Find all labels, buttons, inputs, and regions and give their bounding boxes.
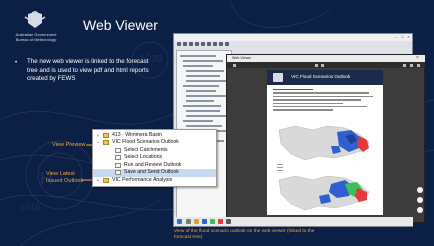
document-icon [115,147,121,153]
taskbar-app-icon[interactable] [226,219,231,224]
document-icon [115,155,121,160]
slide: H 1020 1016 Australian Government Bureau… [0,0,434,246]
pdf-toolbar [227,62,425,68]
web-viewer-window: Web Viewer × VIC Flood Scenarios Outlook [226,54,425,223]
taskbar-app-icon[interactable] [202,219,207,224]
tree-item-label: Select Locations [124,154,163,160]
tree-item-label: Save and Send Outlook [124,169,179,175]
forecast-tree-zoom: +413 - Wimmera Basin − VIC Flood Scenarios… [92,129,217,187]
close-icon[interactable]: × [406,35,411,39]
tree-item-label: VIC Performance Analysis [112,176,173,183]
toolbar-icon[interactable] [183,42,187,46]
zoom-out-icon[interactable] [315,63,318,67]
close-icon[interactable]: × [416,56,421,61]
minimize-icon[interactable]: – [394,35,399,39]
taskbar-app-icon[interactable] [218,219,223,224]
pdf-page: VIC Flood Scenarios Outlook [267,70,383,215]
more-icon[interactable] [417,63,420,67]
maximize-icon[interactable]: □ [400,35,405,39]
folder-icon [103,177,109,183]
bullet-text: The new web viewer is linked to the fore… [27,58,149,83]
toolbar-icon[interactable] [195,42,199,46]
folder-icon [103,140,109,145]
tree-item-label: 413 - Wimmera Basin [112,131,162,138]
tree-item-label: VIC Flood Scenarios Outlook [112,139,179,145]
slide-title: Web Viewer [83,17,158,33]
tree-item[interactable]: Run and Review Outlook [93,162,216,170]
pdf-page-title: VIC Flood Scenarios Outlook [291,74,351,79]
callout-view-latest: View Latest Issued Outlook [46,171,84,184]
folder-icon [103,132,109,138]
taskbar-app-icon[interactable] [210,219,215,224]
callout-view-preview: View Preview [52,142,86,148]
tree-toggle[interactable]: − [95,139,101,147]
viewer-fab-icon[interactable] [417,207,423,213]
tree-item[interactable]: Select Catchments [93,147,216,155]
taskbar-app-icon[interactable] [194,219,199,224]
start-icon[interactable] [177,219,182,224]
print-icon[interactable] [410,63,413,67]
download-icon[interactable] [403,63,406,67]
toolbar-icon[interactable] [213,42,217,46]
tree-toggle[interactable]: + [95,132,101,140]
windows-taskbar [174,217,413,226]
document-icon [115,162,121,168]
viewer-fab-icon[interactable] [417,197,423,203]
tree-item[interactable]: +413 - Wimmera Basin [93,132,216,140]
coat-of-arms-icon [273,73,283,82]
pdf-menu-icon[interactable] [233,63,236,67]
toolbar-icon[interactable] [225,42,229,46]
pdf-header: VIC Flood Scenarios Outlook [267,70,383,85]
tree-item[interactable]: Save and Send Outlook [93,169,216,177]
bom-logo: Australian Government Bureau of Meteorol… [12,11,60,47]
tree-item-label: Run and Review Outlook [124,161,182,168]
tree-toggle[interactable]: + [95,177,101,185]
toolbar-icon[interactable] [219,42,223,46]
zoom-in-icon[interactable] [321,63,324,67]
svg-text:1016: 1016 [20,202,40,212]
coat-of-arms-icon [24,11,46,28]
toolbar [177,42,277,47]
document-icon [115,170,121,175]
caption: View of the flood scenario outlook on th… [174,229,315,240]
tree-item[interactable]: Select Locations [93,154,216,162]
viewer-title: Web Viewer [232,56,252,60]
toolbar-icon[interactable] [207,42,211,46]
toolbar-icon[interactable] [189,42,193,46]
tree-item[interactable]: − VIC Flood Scenarios Outlook [93,139,216,147]
pdf-body-text [273,89,377,113]
toolbar-icon[interactable] [201,42,205,46]
bullet-marker: • [15,60,18,66]
taskbar-app-icon[interactable] [186,219,191,224]
outlook-map-1 [278,125,370,161]
logo-bureau: Bureau of Meteorology [15,37,57,42]
tree-item-label: Select Catchments [124,146,168,153]
viewer-fab-icon[interactable] [417,187,423,193]
viewer-titlebar: Web Viewer × [227,55,425,62]
tree-item[interactable]: + VIC Performance Analysis [93,177,216,185]
outlook-map-2 [278,175,370,211]
toolbar-icon[interactable] [177,42,181,46]
window-titlebar: – □ × [174,34,412,41]
